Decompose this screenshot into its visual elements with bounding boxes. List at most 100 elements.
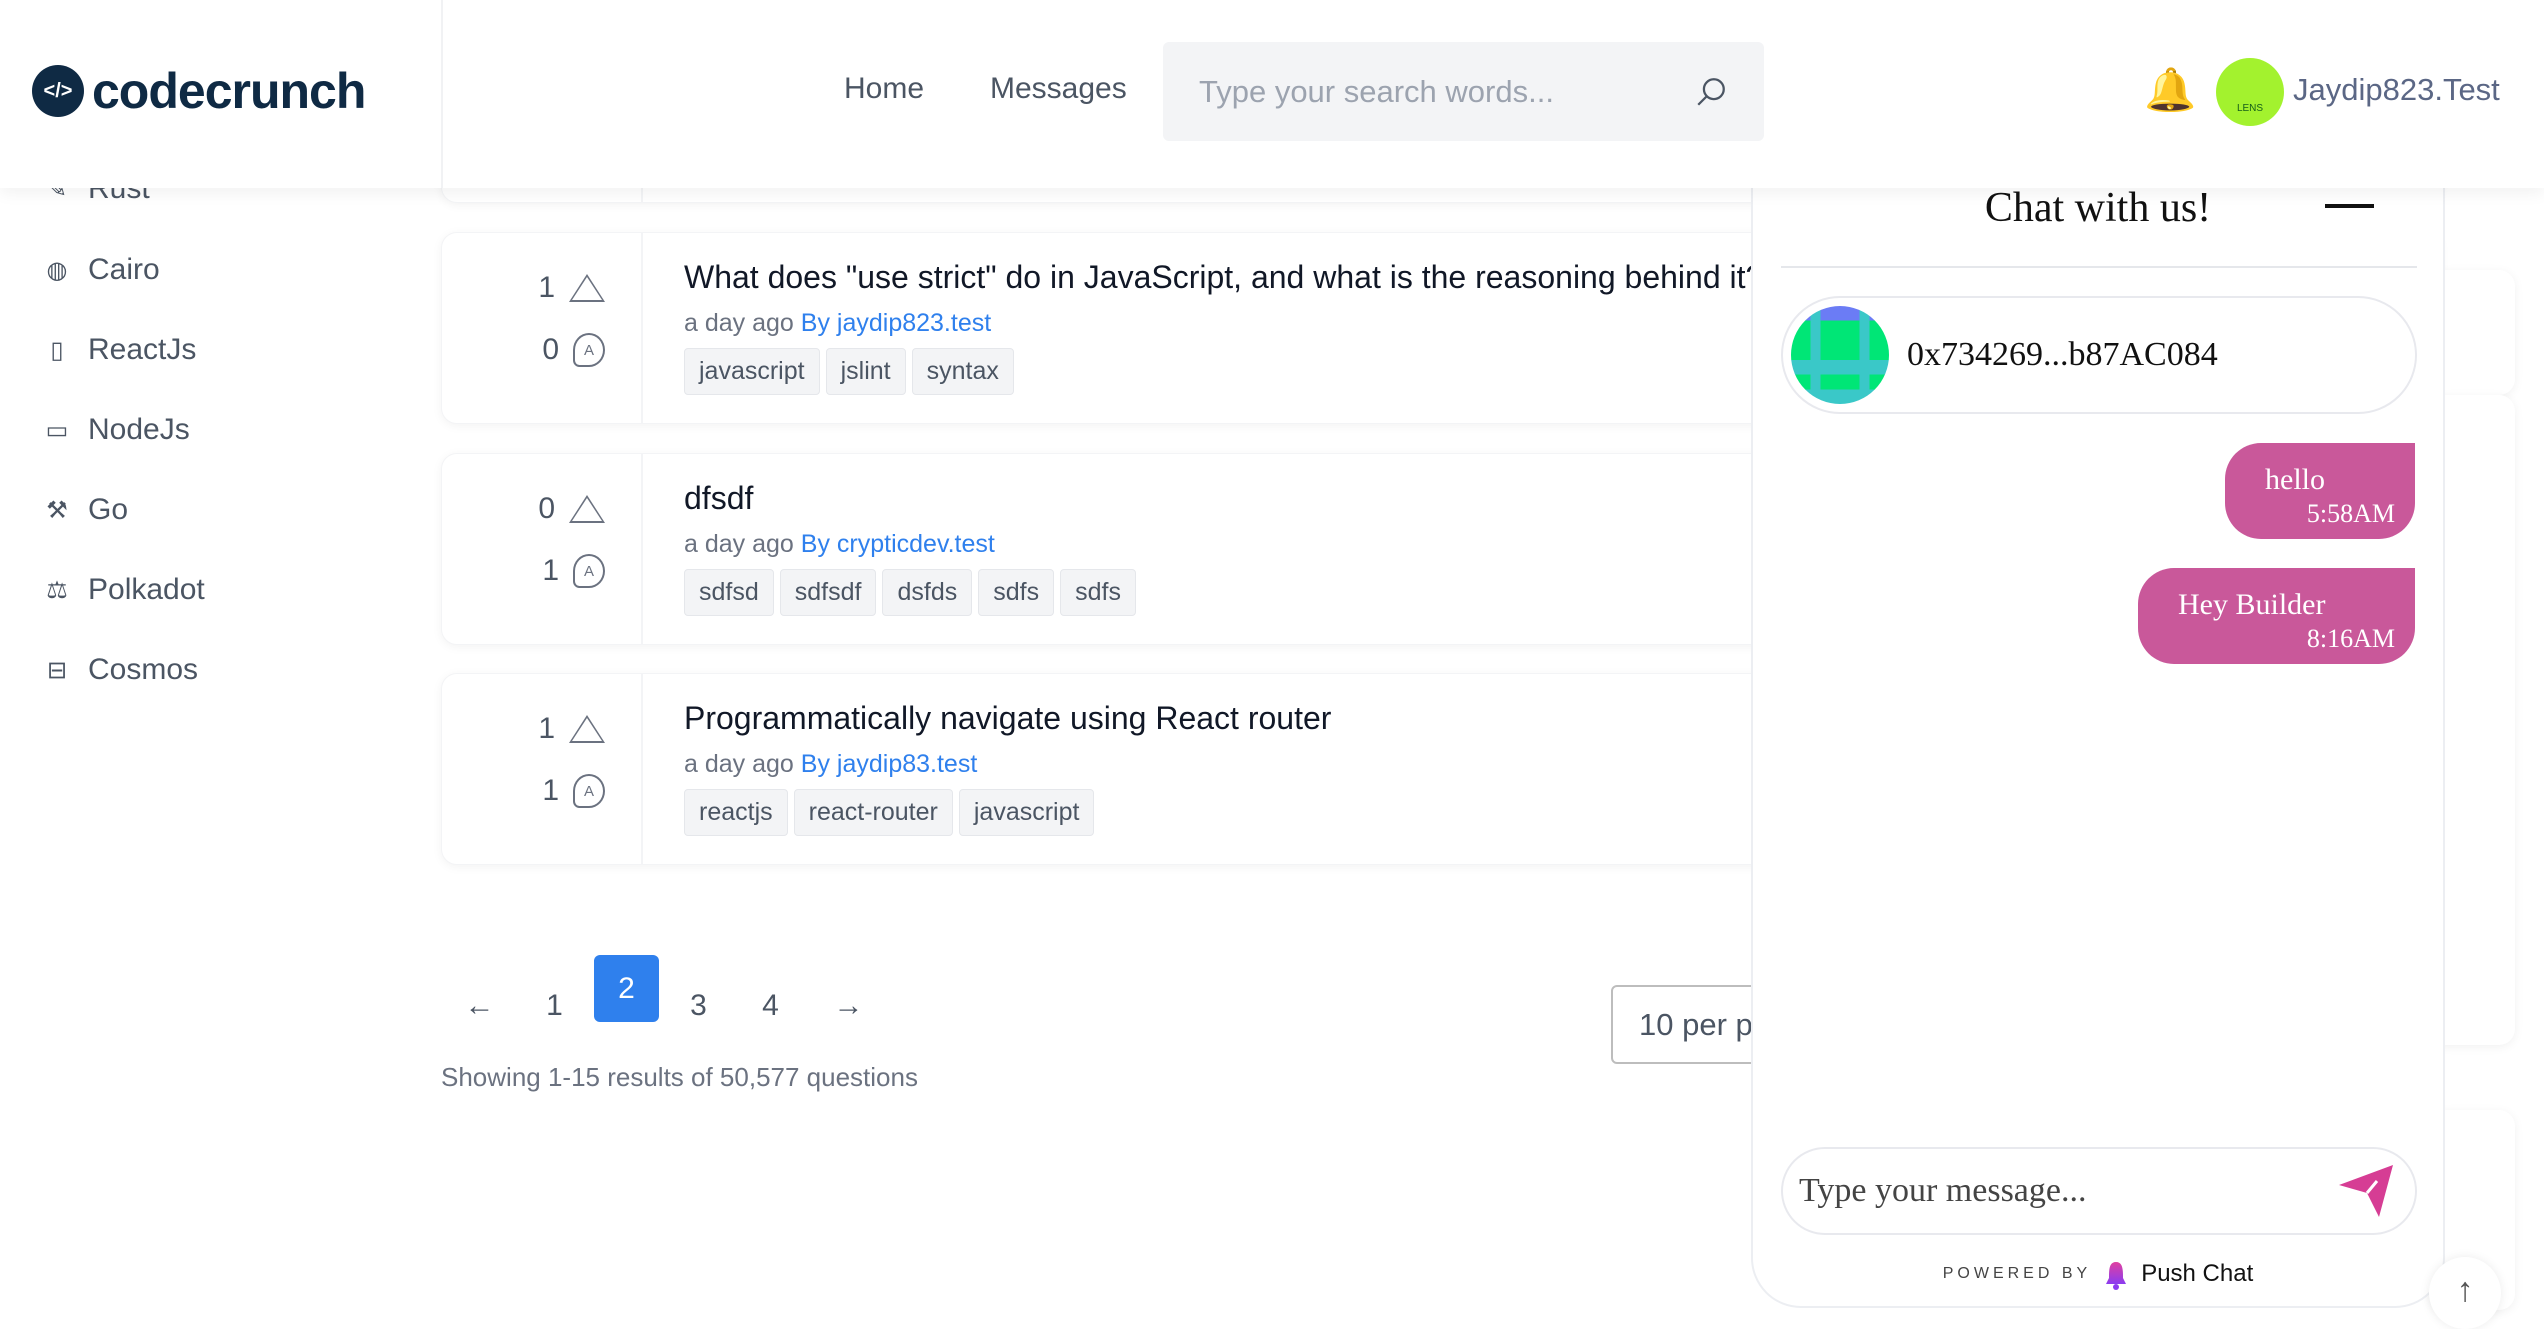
tag[interactable]: reactjs <box>684 789 788 836</box>
answer-icon: A <box>573 774 605 808</box>
upvote-icon[interactable] <box>569 495 605 523</box>
powered-by-label: POWERED BY <box>1942 1265 2092 1282</box>
question-title[interactable]: Programmatically navigate using React ro… <box>684 700 1331 737</box>
question-title[interactable]: dfsdf <box>684 480 753 517</box>
vote-number: 0 <box>538 492 555 525</box>
question-time: a day ago <box>684 530 794 558</box>
question-time: a day ago <box>684 309 794 337</box>
answer-number: 0 <box>542 333 559 366</box>
vote-number: 1 <box>538 271 555 304</box>
results-summary: Showing 1-15 results of 50,577 questions <box>441 1062 918 1092</box>
logo[interactable]: </> codecrunch <box>32 62 366 120</box>
vote-count: 1 <box>538 271 605 305</box>
question-meta: a day ago By jaydip83.test <box>684 750 977 779</box>
scroll-to-top-button[interactable]: ↑ <box>2429 1257 2501 1329</box>
chat-widget: Chat with us! 0x734269...b87AC084 hello … <box>1751 170 2445 1308</box>
author-link[interactable]: By jaydip823.test <box>801 309 991 337</box>
question-time: a day ago <box>684 750 794 778</box>
tag[interactable]: syntax <box>911 348 1014 395</box>
upvote-icon[interactable] <box>569 715 605 743</box>
message-text: hello <box>2265 463 2325 496</box>
message-time: 8:16AM <box>2306 624 2395 653</box>
prev-page-button[interactable]: ← <box>447 972 512 1039</box>
tag[interactable]: javascript <box>684 348 820 395</box>
message-input[interactable] <box>1799 1172 2319 1210</box>
question-meta: a day ago By jaydip823.test <box>684 309 991 338</box>
answer-number: 1 <box>542 774 559 807</box>
sidebar-item-label: ReactJs <box>88 333 197 366</box>
avatar-logo-text: LENS <box>2236 103 2264 114</box>
sidebar-item-label: Cosmos <box>88 653 199 686</box>
tag[interactable]: react-router <box>793 789 953 836</box>
vote-column: 1 0A <box>442 233 643 423</box>
author-link[interactable]: By crypticdev.test <box>801 530 995 558</box>
chat-message: Hey Builder 8:16AM <box>2138 568 2415 664</box>
peer-address: 0x734269...b87AC084 <box>1907 336 2218 373</box>
avatar[interactable]: LENS <box>2216 58 2284 126</box>
sidebar-item-nodejs[interactable]: ▭ NodeJs <box>44 413 190 447</box>
search-input[interactable] <box>1199 73 1679 110</box>
push-bell-icon <box>2106 1262 2127 1290</box>
notification-bell-icon[interactable]: 🔔 <box>2144 66 2196 115</box>
laptop-icon: ▭ <box>45 416 69 444</box>
sidebar-item-cairo[interactable]: ◍ Cairo <box>44 253 160 287</box>
sidebar-item-label: Polkadot <box>88 573 205 606</box>
chat-message: hello 5:58AM <box>2225 443 2415 539</box>
answer-icon: A <box>573 554 605 588</box>
nav-messages[interactable]: Messages <box>990 72 1127 106</box>
tag-list: javascript jslint syntax <box>684 348 1014 395</box>
nav-home[interactable]: Home <box>844 72 924 106</box>
sidebar-item-cosmos[interactable]: ⊟ Cosmos <box>44 653 198 687</box>
tag[interactable]: sdfsdf <box>779 569 877 616</box>
username[interactable]: Jaydip823.Test <box>2293 72 2500 108</box>
vote-count: 0 <box>538 492 605 526</box>
answer-count: 1A <box>542 554 605 588</box>
sidebar-item-label: Go <box>88 493 129 526</box>
divider <box>1781 266 2417 268</box>
answer-count: 1A <box>542 774 605 808</box>
sidebar-item-go[interactable]: ⚒ Go <box>44 493 128 527</box>
page-2[interactable]: 2 <box>594 955 659 1022</box>
push-chat-brand: Push Chat <box>2141 1260 2254 1287</box>
upvote-icon[interactable] <box>569 274 605 302</box>
page-1[interactable]: 1 <box>522 972 587 1039</box>
page-3[interactable]: 3 <box>666 972 731 1039</box>
book-icon: ▯ <box>50 336 64 364</box>
tag-list: sdfsd sdfsdf dsfds sdfs sdfs <box>684 569 1136 616</box>
peer-avatar <box>1791 306 1889 404</box>
divider <box>441 0 443 188</box>
tag[interactable]: dsfds <box>882 569 973 616</box>
answer-icon: A <box>573 333 605 367</box>
next-page-button[interactable]: → <box>816 972 881 1039</box>
tag[interactable]: javascript <box>958 789 1095 836</box>
author-link[interactable]: By jaydip83.test <box>801 750 978 778</box>
answer-count: 0A <box>542 333 605 367</box>
tag[interactable]: sdfsd <box>684 569 774 616</box>
wrench-icon: ⚒ <box>46 496 68 524</box>
vote-number: 1 <box>538 712 555 745</box>
sidebar-item-label: Cairo <box>88 253 160 286</box>
hammer-icon: ⚖ <box>46 576 68 604</box>
vote-count: 1 <box>538 712 605 746</box>
search-icon[interactable] <box>1694 75 1728 109</box>
code-icon: </> <box>32 65 84 117</box>
powered-by: POWERED BY Push Chat <box>1753 1258 2443 1290</box>
send-icon[interactable] <box>2337 1163 2395 1219</box>
minimize-icon[interactable] <box>2325 204 2374 208</box>
vote-column: 0 1A <box>442 454 643 644</box>
page-4[interactable]: 4 <box>738 972 803 1039</box>
search-box <box>1163 42 1764 141</box>
chat-title: Chat with us! <box>1984 185 2212 231</box>
tag[interactable]: jslint <box>825 348 906 395</box>
sidebar-item-reactjs[interactable]: ▯ ReactJs <box>44 333 196 367</box>
tag-list: reactjs react-router javascript <box>684 789 1095 836</box>
message-time: 5:58AM <box>2306 499 2395 528</box>
question-title[interactable]: What does "use strict" do in JavaScript,… <box>684 259 1763 296</box>
sidebar-item-label: NodeJs <box>88 413 190 446</box>
globe-icon: ◍ <box>46 256 68 284</box>
sidebar-item-polkadot[interactable]: ⚖ Polkadot <box>44 573 205 607</box>
tag[interactable]: sdfs <box>1060 569 1136 616</box>
chat-peer[interactable]: 0x734269...b87AC084 <box>1781 296 2417 414</box>
tag[interactable]: sdfs <box>978 569 1055 616</box>
message-text: Hey Builder <box>2178 588 2326 621</box>
